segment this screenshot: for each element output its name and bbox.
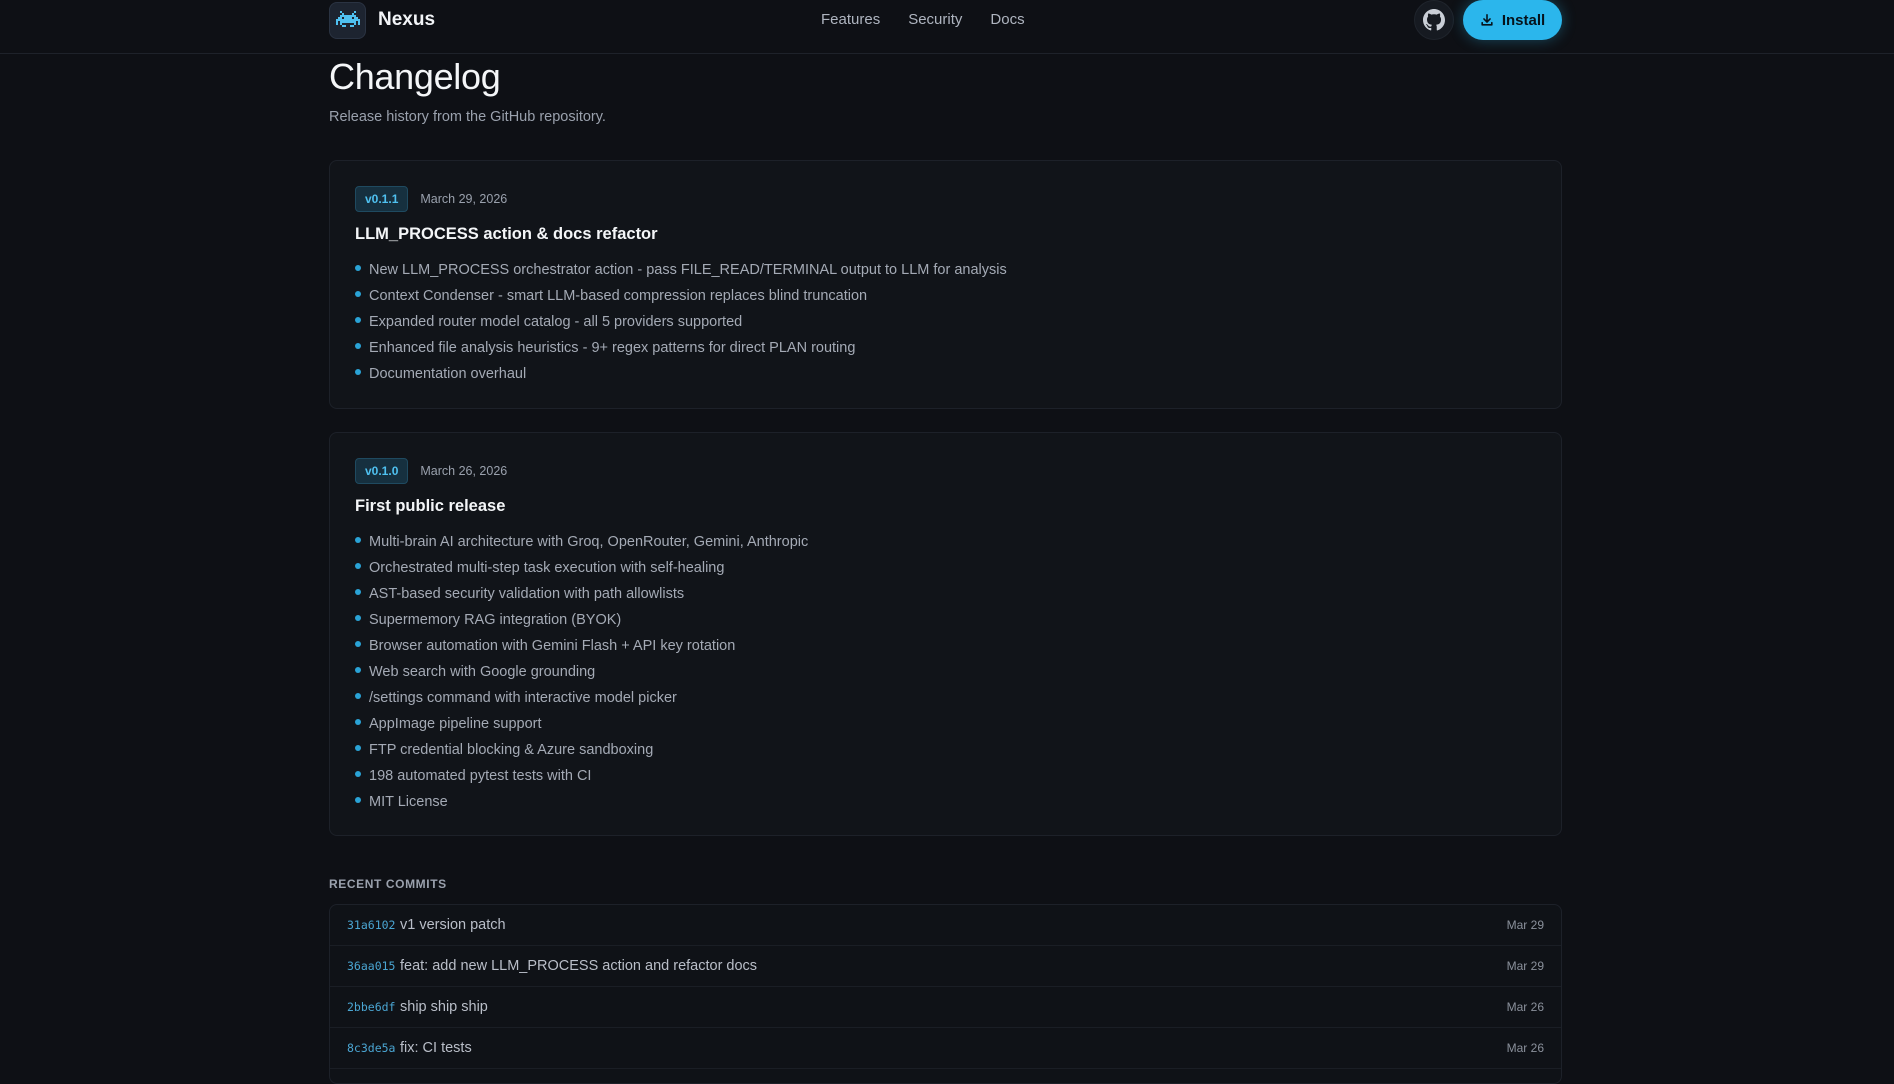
list-item: Documentation overhaul	[355, 361, 1007, 387]
commit-message: feat: add new LLM_PROCESS action and ref…	[400, 958, 758, 974]
page-title: Changelog	[329, 56, 501, 97]
install-button[interactable]: Install	[1463, 0, 1562, 40]
bullet-dot	[355, 770, 361, 777]
top-navigation-bar: Nexus Features Security Docs Install	[0, 0, 1894, 54]
nav-link-docs[interactable]: Docs	[990, 8, 1024, 32]
nav-link-security[interactable]: Security	[908, 8, 962, 32]
github-icon	[1423, 9, 1445, 31]
main-nav: Features Security Docs	[821, 8, 1025, 32]
bullet-dot	[355, 718, 361, 725]
release-notes-list: New LLM_PROCESS orchestrator action - pa…	[355, 257, 1007, 387]
list-item: Orchestrated multi-step task execution w…	[355, 555, 808, 581]
release-card: v0.1.0 March 26, 2026 First public relea…	[329, 432, 1562, 836]
github-button[interactable]	[1414, 0, 1454, 40]
list-item: FTP credential blocking & Azure sandboxi…	[355, 737, 808, 763]
list-item: AST-based security validation with path …	[355, 581, 808, 607]
release-meta: v0.1.1 March 29, 2026	[355, 186, 507, 212]
bullet-dot	[355, 368, 361, 375]
brand-name: Nexus	[378, 9, 436, 30]
commit-date: Mar 26	[1506, 1041, 1544, 1055]
install-label: Install	[1501, 11, 1546, 29]
list-item: AppImage pipeline support	[355, 711, 808, 737]
space-invader-logo-icon	[329, 1, 366, 39]
commit-sha[interactable]: 36aa015	[347, 959, 400, 973]
bullet-dot	[355, 640, 361, 647]
commit-sha[interactable]: 8c3de5a	[347, 1041, 400, 1055]
release-meta: v0.1.0 March 26, 2026	[355, 458, 507, 484]
commit-date: Mar 29	[1506, 959, 1544, 973]
version-badge: v0.1.0	[355, 458, 409, 484]
list-item: Context Condenser - smart LLM-based comp…	[355, 283, 1007, 309]
list-item: Web search with Google grounding	[355, 659, 808, 685]
list-item: Browser automation with Gemini Flash + A…	[355, 633, 808, 659]
commit-message: v1 version patch	[400, 917, 506, 933]
commit-message: ship ship ship	[400, 999, 488, 1015]
list-item: Multi-brain AI architecture with Groq, O…	[355, 529, 808, 555]
list-item: Expanded router model catalog - all 5 pr…	[355, 309, 1007, 335]
release-card: v0.1.1 March 29, 2026 LLM_PROCESS action…	[329, 160, 1562, 409]
list-item: 198 automated pytest tests with CI	[355, 763, 808, 789]
release-notes-list: Multi-brain AI architecture with Groq, O…	[355, 529, 808, 815]
commit-row[interactable]: 36aa015 feat: add new LLM_PROCESS action…	[330, 946, 1561, 987]
commit-row[interactable]: 31a6102 v1 version patch Mar 29	[330, 905, 1561, 946]
nav-link-features[interactable]: Features	[821, 8, 880, 32]
release-title: First public release	[355, 497, 506, 515]
commit-sha[interactable]: 2bbe6df	[347, 1000, 400, 1014]
bullet-dot	[355, 744, 361, 751]
commit-message: fix: CI tests	[400, 1040, 472, 1056]
list-item: Supermemory RAG integration (BYOK)	[355, 607, 808, 633]
commits-list: 31a6102 v1 version patch Mar 29 36aa015 …	[329, 904, 1562, 1084]
commit-sha[interactable]: 31a6102	[347, 918, 400, 932]
bullet-dot	[355, 614, 361, 621]
brand-link[interactable]: Nexus	[329, 1, 435, 39]
commit-row[interactable]: 8c3de5a fix: CI tests Mar 26	[330, 1028, 1561, 1069]
version-badge: v0.1.1	[355, 186, 409, 212]
bullet-dot	[355, 316, 361, 323]
bullet-dot	[355, 290, 361, 297]
bullet-dot	[355, 666, 361, 673]
download-icon	[1481, 13, 1493, 26]
bullet-dot	[355, 342, 361, 349]
bullet-dot	[355, 264, 361, 271]
commit-row[interactable]: 2bbe6df ship ship ship Mar 26	[330, 987, 1561, 1028]
bullet-dot	[355, 562, 361, 569]
release-date: March 29, 2026	[420, 192, 508, 206]
list-item: /settings command with interactive model…	[355, 685, 808, 711]
bullet-dot	[355, 536, 361, 543]
list-item: New LLM_PROCESS orchestrator action - pa…	[355, 257, 1007, 283]
release-title: LLM_PROCESS action & docs refactor	[355, 225, 658, 243]
bullet-dot	[355, 796, 361, 803]
recent-commits-heading: RECENT COMMITS	[329, 877, 447, 891]
bullet-dot	[355, 588, 361, 595]
commit-date: Mar 26	[1506, 1000, 1544, 1014]
release-date: March 26, 2026	[420, 464, 508, 478]
list-item: MIT License	[355, 789, 808, 815]
page-subtitle: Release history from the GitHub reposito…	[329, 109, 606, 125]
commit-date: Mar 29	[1506, 918, 1544, 932]
list-item: Enhanced file analysis heuristics - 9+ r…	[355, 335, 1007, 361]
bullet-dot	[355, 692, 361, 699]
